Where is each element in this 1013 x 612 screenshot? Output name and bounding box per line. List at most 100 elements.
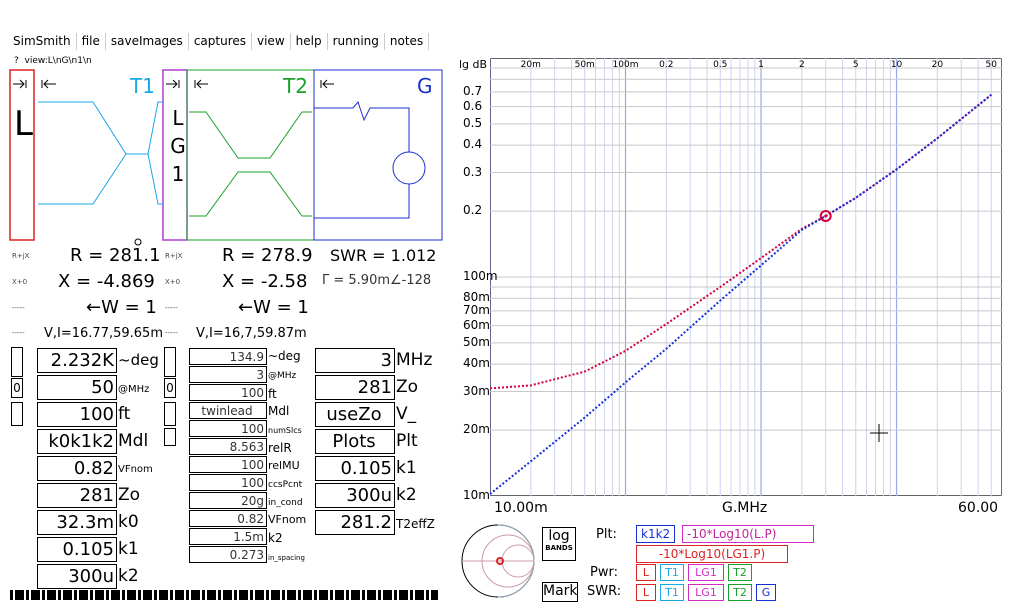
cursor-marker-dot — [824, 214, 828, 218]
g-t2effz-field[interactable]: 281.2 — [315, 510, 395, 535]
t2-model-field[interactable]: twinlead — [189, 402, 267, 419]
generator-symbol — [314, 100, 426, 219]
lg1-letter-1: 1 — [171, 162, 185, 186]
rx-mini-label: R+jX — [12, 252, 30, 260]
t2-relr-field[interactable]: 8.563 — [189, 438, 267, 455]
x-tick-label: 20 — [932, 60, 944, 70]
t2-deg-field[interactable]: 134.9 — [189, 348, 267, 365]
t1-model-field[interactable]: k0k1k2 — [37, 429, 117, 454]
pwr-check-lg1[interactable]: LG1 — [688, 564, 724, 581]
t2-slider-3[interactable] — [164, 402, 176, 426]
t1-slider-2[interactable]: 0 — [11, 378, 23, 398]
t1-zo-field[interactable]: 281 — [37, 483, 117, 508]
t1-mhz-field[interactable]: 50 — [37, 375, 117, 400]
g-plt-label: Plt — [396, 431, 418, 451]
t2-relmu-field[interactable]: 100 — [189, 456, 267, 473]
g-t2effz-label: T2effZ — [396, 517, 435, 531]
pwr-check-t2[interactable]: T2 — [728, 564, 752, 581]
t1-k1-field[interactable]: 0.105 — [37, 537, 117, 562]
help-mark[interactable]: ? — [14, 56, 19, 66]
t1-deg-field[interactable]: 2.232K — [37, 348, 117, 373]
xo-mini-label-2: X+0 — [165, 278, 181, 286]
swr-check-t2[interactable]: T2 — [728, 584, 752, 601]
t2-ccspcnt-field[interactable]: 100 — [189, 474, 267, 491]
menu-bar: SimSmith file saveImages captures view h… — [8, 33, 430, 50]
xo-mini-label: X+0 — [12, 278, 28, 286]
swr-check-g[interactable]: G — [756, 584, 776, 601]
swr-check-t1[interactable]: T1 — [660, 584, 684, 601]
t1-k0-field[interactable]: 32.3m — [37, 510, 117, 535]
menu-captures[interactable]: captures — [189, 33, 252, 50]
menu-help[interactable]: help — [291, 33, 328, 50]
g-usezo-field[interactable]: useZo — [315, 402, 395, 427]
x-tick-label: 2 — [799, 60, 805, 70]
dash-mini-label-4: ----- — [165, 329, 178, 337]
y-tick-label: 60m — [463, 317, 490, 332]
plt-label: Plt: — [596, 527, 617, 542]
r-readout-1: R = 281.1 — [70, 245, 161, 266]
view-path: ? view:L\nG\n1\n — [14, 56, 92, 66]
t1-k1-label: k1 — [118, 539, 139, 559]
log-bands-button[interactable]: log BANDS — [542, 527, 576, 561]
t2-vf-field[interactable]: 0.82 — [189, 510, 267, 527]
g-mhz-field[interactable]: 3 — [315, 348, 395, 373]
x-tick-label: 1 — [758, 60, 764, 70]
t2-mhz-field[interactable]: 3 — [189, 366, 267, 383]
t2-incond-field[interactable]: 20g — [189, 492, 267, 509]
legend-lg1-p[interactable]: -10*Log10(LG1.P) — [636, 545, 788, 563]
t2-slider-1[interactable] — [164, 347, 176, 377]
t2-spacing-field[interactable]: 0.273 — [189, 546, 267, 563]
swr-check-lg1[interactable]: LG1 — [688, 584, 724, 601]
pwr-check-l[interactable]: L — [636, 564, 656, 581]
menu-saveimages[interactable]: saveImages — [106, 33, 189, 50]
g-zo-field[interactable]: 281 — [315, 375, 395, 400]
x-readout-2: X = -2.58 — [222, 271, 308, 292]
swr-check-l[interactable]: L — [636, 584, 656, 601]
x-tick-label: 5 — [853, 60, 859, 70]
t2-slider-4[interactable] — [164, 428, 176, 446]
legend-k1k2[interactable]: k1k2 — [636, 525, 676, 543]
g-k2-field[interactable]: 300u — [315, 483, 395, 508]
g-plots-field[interactable]: Plots — [315, 429, 395, 454]
x-readout-1: X = -4.869 — [58, 271, 155, 292]
g-k1-field[interactable]: 0.105 — [315, 456, 395, 481]
t1-vf-field[interactable]: 0.82 — [37, 456, 117, 481]
t1-k2-field[interactable]: 300u — [37, 564, 117, 589]
menu-view[interactable]: view — [252, 33, 291, 50]
t2-model-label: Mdl — [268, 404, 290, 418]
menu-file[interactable]: file — [77, 33, 106, 50]
x-end-label: 60.00 — [958, 500, 999, 516]
x-tick-label: 10 — [891, 60, 903, 70]
y-tick-label: 40m — [463, 356, 490, 371]
t2-slider-2[interactable]: 0 — [164, 378, 176, 398]
y-tick-label: 0.2 — [463, 203, 483, 218]
t2-ft-field[interactable]: 100 — [189, 384, 267, 401]
load-element-box[interactable] — [9, 69, 35, 241]
t1-k2-label: k2 — [118, 566, 139, 586]
t1-slider-3[interactable] — [11, 402, 23, 426]
x-axis-title: G.MHz — [722, 500, 768, 516]
swr-label: SWR: — [587, 584, 622, 599]
pwr-check-t1[interactable]: T1 — [660, 564, 684, 581]
bands-label: BANDS — [545, 544, 573, 552]
t2-numslcs-field[interactable]: 100 — [189, 420, 267, 437]
menu-simsmith[interactable]: SimSmith — [8, 33, 77, 50]
legend-l-p[interactable]: -10*Log10(L.P) — [682, 525, 814, 543]
t1-slider-1[interactable] — [11, 347, 23, 377]
w-readout-2: ←W = 1 — [238, 297, 309, 318]
t2-k2-field[interactable]: 1.5m — [189, 528, 267, 545]
lg1-letter-g: G — [170, 134, 186, 158]
t1-zo-label: Zo — [118, 485, 141, 505]
t1-lines — [38, 101, 163, 205]
t1-ft-field[interactable]: 100 — [37, 402, 117, 427]
lg1-label: L G 1 — [168, 104, 188, 188]
response-chart[interactable]: 20m 50m 100m 0.2 0.5 1 2 5 10 20 50 — [490, 58, 1002, 496]
mark-button[interactable]: Mark — [542, 582, 578, 602]
menu-notes[interactable]: notes — [385, 33, 430, 50]
t2-relr-label: relR — [268, 441, 292, 455]
bottom-scrollbar[interactable] — [10, 590, 438, 600]
t1-model-label: Mdl — [118, 431, 149, 451]
menu-running[interactable]: running — [328, 33, 385, 50]
smith-chart-thumbnail[interactable] — [460, 522, 540, 600]
circuit-schematic[interactable] — [8, 68, 444, 246]
